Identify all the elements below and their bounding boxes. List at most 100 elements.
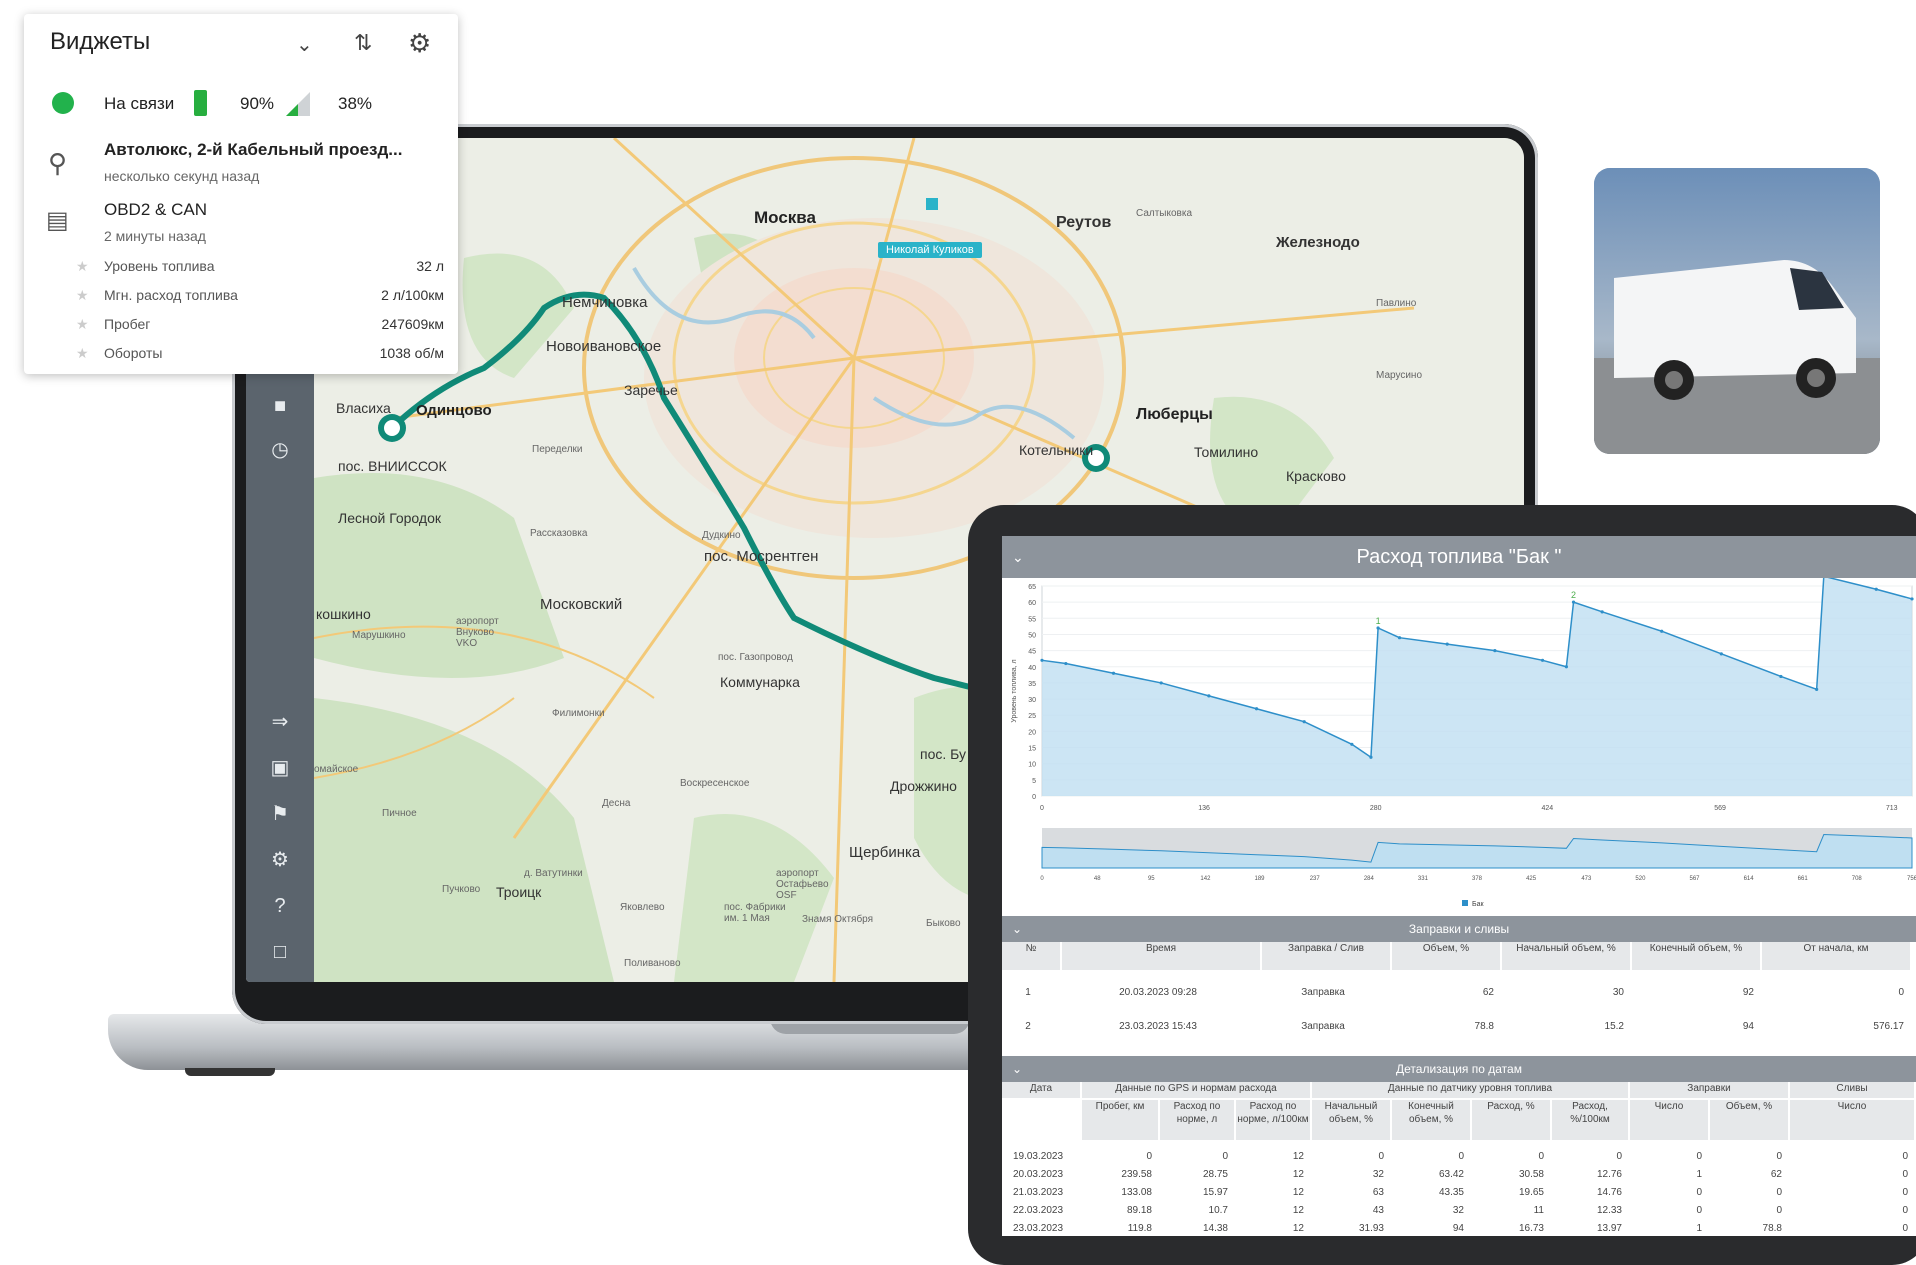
table-cell: 20.03.2023 09:28	[1119, 987, 1197, 998]
widgets-panel: Виджеты ⌄ ⇅ ⚙ На связи 90% 38% ⚲ Автолюк…	[24, 14, 458, 374]
fuel-chart[interactable]: 051015202530354045505560650 136 280 424 569 7…	[1002, 578, 1916, 958]
chat-icon[interactable]: ▣	[266, 754, 294, 782]
table-cell: 0	[1898, 987, 1904, 998]
table-cell: 0	[1776, 1205, 1782, 1216]
map-label: Салтыковка	[1136, 208, 1193, 219]
sort-icon[interactable]: ⇅	[354, 30, 372, 56]
star-icon[interactable]: ★	[76, 345, 89, 362]
y-tick-label: 40	[1028, 665, 1036, 672]
table-cell: 22.03.2023	[1012, 1205, 1064, 1216]
widgets-title: Виджеты	[50, 28, 151, 55]
star-icon[interactable]: ★	[76, 258, 89, 275]
x-tick-label: 713	[1886, 805, 1898, 812]
gear-icon[interactable]: ⚙	[408, 28, 431, 59]
annotation-label: 1	[1376, 616, 1381, 626]
table-cell: 62	[1770, 1169, 1782, 1180]
car-icon[interactable]: ■	[266, 392, 294, 420]
table-header-cell: Начальный объем, %	[1502, 942, 1630, 970]
collapse-icon[interactable]: ⌄	[1012, 1056, 1022, 1082]
map-label: Воскресенское	[680, 778, 750, 789]
map-label: Котельники	[1019, 442, 1094, 458]
map-label: Заречье	[624, 382, 678, 398]
param-value: 2 л/100км	[381, 287, 444, 303]
annotation-label: 2	[1571, 590, 1576, 600]
star-icon[interactable]: ★	[76, 316, 89, 333]
table-header-cell: Расход по норме, л	[1160, 1100, 1234, 1140]
table-cell: 0	[1902, 1205, 1908, 1216]
overview-tick-label: 425	[1526, 876, 1537, 882]
map-label: Реутов	[1056, 214, 1112, 231]
star-icon[interactable]: ★	[76, 287, 89, 304]
overview-tick-label: 142	[1200, 876, 1211, 882]
data-point	[1910, 597, 1914, 601]
table-header-cell: Время	[1062, 942, 1260, 970]
battery-percent: 90%	[240, 94, 275, 113]
table-cell: 92	[1742, 987, 1754, 998]
data-point	[1564, 665, 1568, 669]
table-cell: 12	[1292, 1151, 1304, 1162]
y-tick-label: 20	[1028, 729, 1036, 736]
signal-percent: 38%	[338, 94, 373, 113]
param-label: Обороты	[104, 345, 163, 361]
map-label: Поливаново	[624, 958, 681, 969]
table-cell: 31.93	[1358, 1223, 1384, 1234]
table-header-cell: Число	[1790, 1100, 1914, 1140]
y-tick-label: 5	[1032, 778, 1036, 785]
y-axis-label: Уровень топлива, л	[1011, 659, 1018, 722]
online-status-icon	[52, 92, 74, 114]
table-cell: 0	[1902, 1169, 1908, 1180]
table-cell: 94	[1742, 1021, 1754, 1032]
x-tick-label: 424	[1541, 805, 1553, 812]
signal-icon	[286, 92, 310, 116]
van-photo	[1594, 168, 1880, 454]
table-cell: 19.65	[1518, 1187, 1544, 1198]
data-point	[1397, 636, 1402, 640]
gear-icon[interactable]: ⚙	[266, 846, 294, 874]
login-icon[interactable]: ⇒	[266, 708, 294, 736]
data-point	[1207, 694, 1211, 698]
bell-icon[interactable]: ⚑	[266, 800, 294, 828]
collapse-icon[interactable]: ⌄	[1012, 536, 1024, 578]
chart-header: ⌄ Расход топлива "Бак "	[1002, 536, 1916, 578]
vehicle-label[interactable]: Николай Куликов	[878, 242, 982, 258]
y-tick-label: 30	[1028, 697, 1036, 704]
data-point	[1493, 649, 1497, 653]
table-header-cell: Расход, %/100км	[1552, 1100, 1628, 1140]
detail-section-header: ⌄ Детализация по датам	[1002, 1056, 1916, 1082]
data-point	[1600, 610, 1604, 614]
detail-section-title: Детализация по датам	[1396, 1062, 1522, 1076]
data-point	[1445, 642, 1449, 646]
obd-icon: ▤	[46, 207, 69, 234]
help-icon[interactable]: ?	[266, 892, 294, 920]
data-point	[1660, 629, 1664, 633]
map-label: Железнодо	[1276, 234, 1360, 251]
overview-tick-label: 378	[1472, 876, 1483, 882]
map-label: пос. ВНИИССОК	[338, 458, 447, 474]
data-point	[1376, 626, 1380, 630]
map-label: пос. Мосрентген	[704, 548, 819, 565]
table-cell: 16.73	[1518, 1223, 1544, 1234]
collapse-icon[interactable]: ⌄	[1012, 916, 1022, 942]
location-text[interactable]: Автолюкс, 2-й Кабельный проезд...	[104, 140, 402, 160]
overview-tick-label: 567	[1689, 876, 1700, 882]
chevron-down-icon[interactable]: ⌄	[296, 32, 313, 57]
table-cell: 21.03.2023	[1012, 1187, 1064, 1198]
battery-icon	[194, 90, 207, 116]
overview-tick-label: 189	[1254, 876, 1265, 882]
chart-title: Расход топлива "Бак "	[1356, 546, 1562, 568]
table-cell: 239.58	[1121, 1169, 1152, 1180]
x-tick-label: 0	[1040, 805, 1044, 812]
overview-tick-label: 237	[1310, 876, 1321, 882]
data-point	[1874, 587, 1878, 591]
y-tick-label: 45	[1028, 649, 1036, 656]
message-icon[interactable]: □	[266, 938, 294, 966]
y-tick-label: 35	[1028, 681, 1036, 688]
table-cell: 12.76	[1596, 1169, 1622, 1180]
map-label: омайское	[314, 764, 359, 775]
obd-time: 2 минуты назад	[104, 228, 206, 244]
y-tick-label: 65	[1028, 584, 1036, 591]
data-point	[1350, 742, 1354, 746]
clock-icon[interactable]: ◷	[266, 436, 294, 464]
legend-label: Бак	[1472, 901, 1484, 908]
table-cell: 0	[1902, 1187, 1908, 1198]
